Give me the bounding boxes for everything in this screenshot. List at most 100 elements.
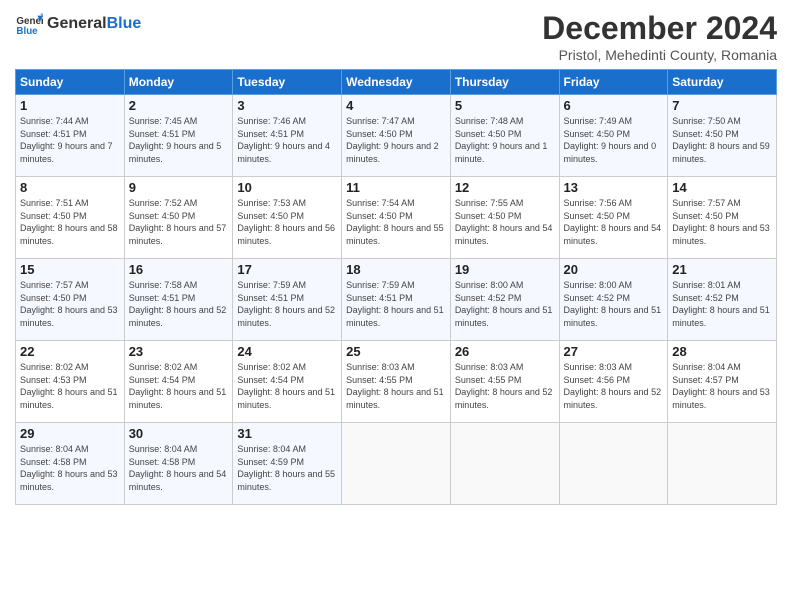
day-info: Sunrise: 8:02 AM Sunset: 4:54 PM Dayligh… (129, 361, 229, 411)
daylight: Daylight: 8 hours and 51 minutes. (129, 387, 227, 410)
calendar-cell: 25 Sunrise: 8:03 AM Sunset: 4:55 PM Dayl… (342, 341, 451, 423)
daylight: Daylight: 9 hours and 2 minutes. (346, 141, 439, 164)
day-number: 18 (346, 262, 446, 277)
calendar-cell: 2 Sunrise: 7:45 AM Sunset: 4:51 PM Dayli… (124, 95, 233, 177)
sunset: Sunset: 4:51 PM (20, 129, 87, 139)
page-container: General Blue GeneralBlue December 2024 P… (0, 0, 792, 515)
day-number: 12 (455, 180, 555, 195)
day-info: Sunrise: 7:58 AM Sunset: 4:51 PM Dayligh… (129, 279, 229, 329)
daylight: Daylight: 8 hours and 51 minutes. (346, 305, 444, 328)
sunrise: Sunrise: 7:54 AM (346, 198, 415, 208)
col-monday: Monday (124, 70, 233, 95)
sunrise: Sunrise: 7:55 AM (455, 198, 524, 208)
daylight: Daylight: 8 hours and 56 minutes. (237, 223, 335, 246)
header-row: Sunday Monday Tuesday Wednesday Thursday… (16, 70, 777, 95)
sunset: Sunset: 4:50 PM (346, 211, 413, 221)
day-number: 4 (346, 98, 446, 113)
daylight: Daylight: 8 hours and 51 minutes. (237, 387, 335, 410)
sunset: Sunset: 4:57 PM (672, 375, 739, 385)
day-info: Sunrise: 8:03 AM Sunset: 4:55 PM Dayligh… (346, 361, 446, 411)
calendar-cell: 22 Sunrise: 8:02 AM Sunset: 4:53 PM Dayl… (16, 341, 125, 423)
sunset: Sunset: 4:51 PM (237, 129, 304, 139)
day-number: 7 (672, 98, 772, 113)
daylight: Daylight: 8 hours and 52 minutes. (237, 305, 335, 328)
day-number: 27 (564, 344, 664, 359)
col-friday: Friday (559, 70, 668, 95)
calendar-cell: 24 Sunrise: 8:02 AM Sunset: 4:54 PM Dayl… (233, 341, 342, 423)
daylight: Daylight: 8 hours and 51 minutes. (346, 387, 444, 410)
day-info: Sunrise: 8:02 AM Sunset: 4:54 PM Dayligh… (237, 361, 337, 411)
day-info: Sunrise: 7:46 AM Sunset: 4:51 PM Dayligh… (237, 115, 337, 165)
day-info: Sunrise: 7:53 AM Sunset: 4:50 PM Dayligh… (237, 197, 337, 247)
daylight: Daylight: 8 hours and 59 minutes. (672, 141, 770, 164)
sunrise: Sunrise: 7:47 AM (346, 116, 415, 126)
daylight: Daylight: 9 hours and 1 minute. (455, 141, 548, 164)
sunset: Sunset: 4:58 PM (129, 457, 196, 467)
col-saturday: Saturday (668, 70, 777, 95)
day-info: Sunrise: 7:55 AM Sunset: 4:50 PM Dayligh… (455, 197, 555, 247)
week-row-1: 1 Sunrise: 7:44 AM Sunset: 4:51 PM Dayli… (16, 95, 777, 177)
sunrise: Sunrise: 8:04 AM (20, 444, 89, 454)
daylight: Daylight: 8 hours and 58 minutes. (20, 223, 118, 246)
sunset: Sunset: 4:54 PM (237, 375, 304, 385)
sunrise: Sunrise: 8:04 AM (672, 362, 741, 372)
calendar-cell: 9 Sunrise: 7:52 AM Sunset: 4:50 PM Dayli… (124, 177, 233, 259)
week-row-4: 22 Sunrise: 8:02 AM Sunset: 4:53 PM Dayl… (16, 341, 777, 423)
calendar-cell: 1 Sunrise: 7:44 AM Sunset: 4:51 PM Dayli… (16, 95, 125, 177)
day-info: Sunrise: 8:04 AM Sunset: 4:58 PM Dayligh… (20, 443, 120, 493)
calendar-cell: 26 Sunrise: 8:03 AM Sunset: 4:55 PM Dayl… (450, 341, 559, 423)
day-number: 15 (20, 262, 120, 277)
sunset: Sunset: 4:50 PM (129, 211, 196, 221)
day-info: Sunrise: 8:04 AM Sunset: 4:59 PM Dayligh… (237, 443, 337, 493)
calendar-cell: 19 Sunrise: 8:00 AM Sunset: 4:52 PM Dayl… (450, 259, 559, 341)
sunset: Sunset: 4:55 PM (346, 375, 413, 385)
day-number: 29 (20, 426, 120, 441)
calendar-table: Sunday Monday Tuesday Wednesday Thursday… (15, 69, 777, 505)
sunrise: Sunrise: 8:04 AM (129, 444, 198, 454)
daylight: Daylight: 9 hours and 5 minutes. (129, 141, 222, 164)
day-number: 8 (20, 180, 120, 195)
daylight: Daylight: 8 hours and 54 minutes. (564, 223, 662, 246)
location-subtitle: Pristol, Mehedinti County, Romania (542, 47, 777, 63)
calendar-cell (342, 423, 451, 505)
week-row-5: 29 Sunrise: 8:04 AM Sunset: 4:58 PM Dayl… (16, 423, 777, 505)
sunrise: Sunrise: 7:48 AM (455, 116, 524, 126)
day-number: 24 (237, 344, 337, 359)
day-info: Sunrise: 7:52 AM Sunset: 4:50 PM Dayligh… (129, 197, 229, 247)
sunset: Sunset: 4:50 PM (20, 293, 87, 303)
calendar-cell: 15 Sunrise: 7:57 AM Sunset: 4:50 PM Dayl… (16, 259, 125, 341)
calendar-cell: 14 Sunrise: 7:57 AM Sunset: 4:50 PM Dayl… (668, 177, 777, 259)
sunrise: Sunrise: 8:03 AM (455, 362, 524, 372)
day-info: Sunrise: 7:49 AM Sunset: 4:50 PM Dayligh… (564, 115, 664, 165)
week-row-3: 15 Sunrise: 7:57 AM Sunset: 4:50 PM Dayl… (16, 259, 777, 341)
day-number: 31 (237, 426, 337, 441)
daylight: Daylight: 8 hours and 51 minutes. (455, 305, 553, 328)
sunrise: Sunrise: 7:45 AM (129, 116, 198, 126)
day-number: 9 (129, 180, 229, 195)
calendar-cell: 29 Sunrise: 8:04 AM Sunset: 4:58 PM Dayl… (16, 423, 125, 505)
sunset: Sunset: 4:50 PM (455, 211, 522, 221)
day-info: Sunrise: 8:04 AM Sunset: 4:57 PM Dayligh… (672, 361, 772, 411)
calendar-cell: 7 Sunrise: 7:50 AM Sunset: 4:50 PM Dayli… (668, 95, 777, 177)
sunrise: Sunrise: 8:00 AM (455, 280, 524, 290)
sunrise: Sunrise: 7:58 AM (129, 280, 198, 290)
daylight: Daylight: 9 hours and 4 minutes. (237, 141, 330, 164)
sunset: Sunset: 4:50 PM (455, 129, 522, 139)
col-wednesday: Wednesday (342, 70, 451, 95)
daylight: Daylight: 8 hours and 52 minutes. (455, 387, 553, 410)
svg-text:Blue: Blue (16, 26, 38, 37)
daylight: Daylight: 9 hours and 0 minutes. (564, 141, 657, 164)
daylight: Daylight: 8 hours and 55 minutes. (346, 223, 444, 246)
sunrise: Sunrise: 8:03 AM (346, 362, 415, 372)
day-number: 21 (672, 262, 772, 277)
sunrise: Sunrise: 7:53 AM (237, 198, 306, 208)
sunrise: Sunrise: 8:01 AM (672, 280, 741, 290)
day-number: 23 (129, 344, 229, 359)
day-info: Sunrise: 7:51 AM Sunset: 4:50 PM Dayligh… (20, 197, 120, 247)
day-info: Sunrise: 8:04 AM Sunset: 4:58 PM Dayligh… (129, 443, 229, 493)
daylight: Daylight: 8 hours and 51 minutes. (564, 305, 662, 328)
day-number: 5 (455, 98, 555, 113)
sunrise: Sunrise: 8:04 AM (237, 444, 306, 454)
day-info: Sunrise: 8:01 AM Sunset: 4:52 PM Dayligh… (672, 279, 772, 329)
calendar-cell (450, 423, 559, 505)
